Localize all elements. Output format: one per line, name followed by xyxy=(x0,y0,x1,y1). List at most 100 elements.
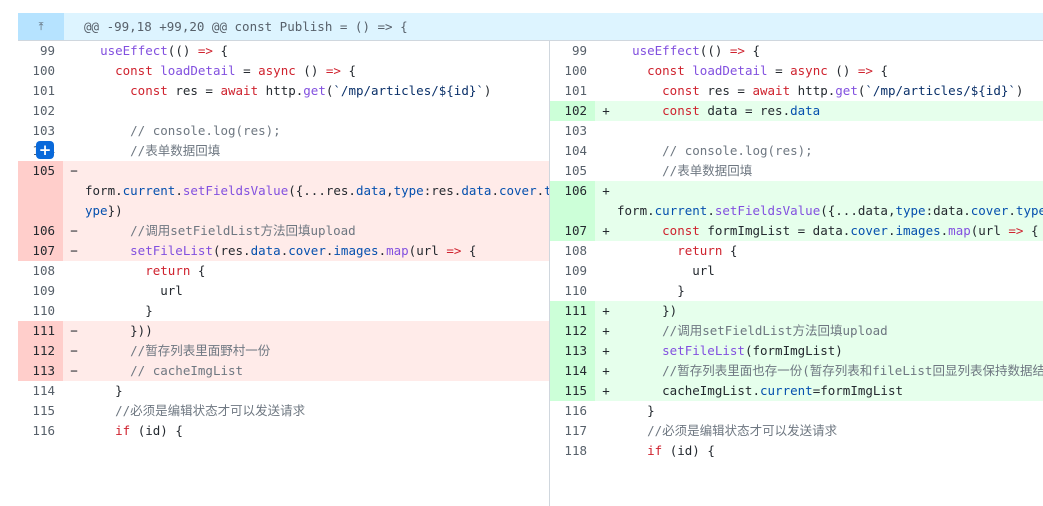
diff-line: 111 + }) xyxy=(550,301,1043,321)
diff-marker xyxy=(595,161,617,181)
line-number[interactable]: 101 xyxy=(550,81,595,101)
line-number[interactable]: 99 xyxy=(18,41,63,61)
line-number[interactable]: 110 xyxy=(18,301,63,321)
code-token: return xyxy=(145,263,191,278)
line-number[interactable]: 105 xyxy=(550,161,595,181)
line-number[interactable]: 103 xyxy=(18,121,63,141)
diff-marker xyxy=(595,421,617,441)
line-number[interactable]: 109 xyxy=(18,281,63,301)
line-number[interactable]: 112 xyxy=(18,341,63,361)
code-token: . xyxy=(175,183,183,198)
line-number[interactable]: 102 xyxy=(18,101,63,121)
line-number[interactable]: 118 xyxy=(550,441,595,461)
code-token: ) xyxy=(483,83,492,98)
diff-marker: − xyxy=(70,163,78,178)
code-token: => xyxy=(325,63,341,78)
code-line: const res = await http.get(`/mp/articles… xyxy=(617,81,1043,101)
diff-marker: + xyxy=(602,103,610,118)
line-number[interactable]: 115 xyxy=(550,381,595,401)
diff-line: 105 //表单数据回填 xyxy=(550,161,1043,181)
line-number[interactable]: 115 xyxy=(18,401,63,421)
code-token: t xyxy=(544,183,549,198)
line-number[interactable]: 101 xyxy=(18,81,63,101)
line-number[interactable]: 105 xyxy=(18,161,63,181)
line-number[interactable]: 110 xyxy=(550,281,595,301)
code-token: //必须是编辑状态才可以发送请求 xyxy=(647,423,838,438)
diff-line: 102 + const data = res.data xyxy=(550,101,1043,121)
line-number[interactable]: 111 xyxy=(18,321,63,341)
diff-marker: + xyxy=(602,343,610,358)
code-token: loadDetail xyxy=(692,63,768,78)
code-token: //暂存列表里面也存一份(暂存列表和fileList回显列表保持数据结构统 xyxy=(662,363,1043,378)
line-number[interactable]: 106 xyxy=(550,181,595,201)
code-line: cacheImgList.current=formImgList xyxy=(617,381,1043,401)
diff-marker xyxy=(63,121,85,141)
code-token: current xyxy=(122,183,176,198)
line-number[interactable]: 102 xyxy=(550,101,595,121)
diff-line: 104 //表单数据回填 xyxy=(18,141,549,161)
line-number[interactable] xyxy=(18,201,63,221)
code-token: (id) { xyxy=(662,443,715,458)
diff-line: 103 // console.log(res); xyxy=(18,121,549,141)
code-token: ({...res. xyxy=(288,183,356,198)
line-number[interactable]: 117 xyxy=(550,421,595,441)
line-number[interactable]: 108 xyxy=(550,241,595,261)
code-token: } xyxy=(85,303,153,318)
diff-marker xyxy=(595,41,617,61)
diff-marker xyxy=(63,41,85,61)
line-number[interactable]: 103 xyxy=(550,121,595,141)
code-token: (url xyxy=(408,243,447,258)
line-number[interactable]: 111 xyxy=(550,301,595,321)
diff-line: 101 const res = await http.get(`/mp/arti… xyxy=(550,81,1043,101)
line-number[interactable]: 107 xyxy=(550,221,595,241)
line-number[interactable]: 113 xyxy=(550,341,595,361)
code-token: ype xyxy=(85,203,108,218)
line-number[interactable]: 108 xyxy=(18,261,63,281)
diff-line: form.current.setFieldsValue({...res.data… xyxy=(18,181,549,201)
line-number[interactable] xyxy=(550,201,595,221)
line-number[interactable]: 116 xyxy=(18,421,63,441)
line-number[interactable]: 104 xyxy=(550,141,595,161)
line-number[interactable]: 99 xyxy=(550,41,595,61)
expand-up-icon[interactable]: ⤒ xyxy=(18,13,64,40)
code-token: = xyxy=(235,63,259,78)
code-line: } xyxy=(85,381,549,401)
line-number[interactable]: 107 xyxy=(18,241,63,261)
diff-line: 106 + xyxy=(550,181,1043,201)
line-number[interactable]: 106 xyxy=(18,221,63,241)
line-number[interactable]: 113 xyxy=(18,361,63,381)
line-number[interactable]: 114 xyxy=(18,381,63,401)
diff-pane-new: 99 useEffect(() => {100 const loadDetail… xyxy=(550,41,1043,506)
code-token: setFieldsValue xyxy=(714,203,821,218)
code-token: () xyxy=(827,63,858,78)
diff-marker xyxy=(595,241,617,261)
code-line: })) xyxy=(85,321,549,341)
code-token: form. xyxy=(85,183,123,198)
code-token: current xyxy=(760,383,813,398)
code-token: data xyxy=(790,103,821,118)
code-token: loadDetail xyxy=(160,63,236,78)
line-number[interactable]: 109 xyxy=(550,261,595,281)
code-token: , xyxy=(386,183,394,198)
line-number[interactable]: 100 xyxy=(550,61,595,81)
code-line: return { xyxy=(85,261,549,281)
code-line: return { xyxy=(617,241,1043,261)
code-token: const xyxy=(662,223,700,238)
line-number[interactable]: 100 xyxy=(18,61,63,81)
line-number[interactable]: 116 xyxy=(550,401,595,421)
add-comment-button[interactable]: + xyxy=(36,141,54,159)
line-number[interactable] xyxy=(18,181,63,201)
diff-line: 115 + cacheImgList.current=formImgList xyxy=(550,381,1043,401)
line-number[interactable]: 112 xyxy=(550,321,595,341)
line-number[interactable]: 114 xyxy=(550,361,595,381)
code-token: url xyxy=(617,263,715,278)
code-line: const loadDetail = async () => { xyxy=(617,61,1043,81)
code-token: //暂存列表里面野村一份 xyxy=(130,343,271,358)
code-line: }) xyxy=(617,301,1043,321)
